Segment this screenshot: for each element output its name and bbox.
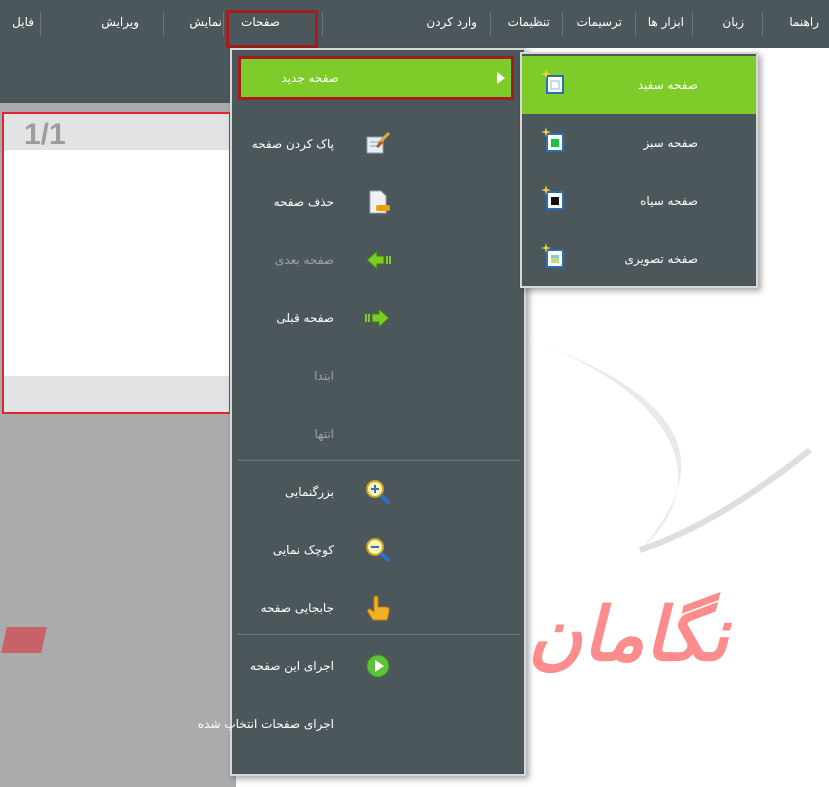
active-menu-outline: [226, 10, 318, 48]
submenu-item-black-page[interactable]: صفحه سیاه: [522, 172, 756, 230]
submenu-item-label: صفحه سفید: [637, 78, 698, 92]
secondary-toolbar: [0, 48, 232, 103]
menu-item-delete-page[interactable]: حذف صفحه: [234, 178, 514, 226]
green-arrow-left-icon: [366, 249, 391, 271]
menu-divider: [635, 12, 636, 36]
menu-edit[interactable]: ویرایش: [101, 0, 139, 48]
menu-item-label: پاک کردن صفحه: [251, 137, 334, 151]
menu-item-label: صفحه قبلی: [276, 311, 334, 325]
menu-help[interactable]: راهنما: [789, 0, 819, 48]
green-page-icon: [541, 127, 564, 152]
menu-item-move-page[interactable]: جابجایی صفحه: [234, 584, 514, 632]
background-swoosh: [530, 340, 812, 553]
green-arrow-right-icon: [365, 307, 390, 329]
new-page-submenu: صفحه سفید صفحه سبز صفحه سیاه صفخه تصویری: [520, 52, 758, 288]
menu-drawings[interactable]: ترسیمات: [576, 0, 622, 48]
menu-view[interactable]: نمایش: [189, 0, 222, 48]
menu-separator: [238, 634, 520, 635]
image-page-icon: [541, 243, 564, 268]
menu-file[interactable]: فایل: [12, 0, 34, 48]
submenu-item-green-page[interactable]: صفحه سبز: [522, 114, 756, 172]
submenu-item-label: صفحه سبز: [643, 136, 698, 150]
menu-item-run-this-page[interactable]: اجرای این صفحه: [234, 642, 514, 690]
menu-item-zoom-out[interactable]: کوچک نمایی: [234, 526, 514, 574]
menu-item-label: بزرگنمایی: [284, 485, 334, 499]
menu-divider: [562, 12, 563, 36]
menu-item-zoom-in[interactable]: بزرگنمایی: [234, 468, 514, 516]
black-page-icon: [541, 185, 564, 210]
submenu-item-label: صفحه سیاه: [640, 194, 698, 208]
clear-page-icon: [366, 131, 391, 154]
menu-item-run-selected-pages[interactable]: اجرای صفحات انتخاب شده: [198, 700, 514, 748]
menu-language[interactable]: زبان: [722, 0, 744, 48]
menu-item-first[interactable]: ابتدا: [234, 352, 514, 400]
menu-divider: [490, 12, 491, 36]
submenu-item-image-page[interactable]: صفخه تصویری: [522, 230, 756, 288]
delete-page-icon: [369, 190, 390, 214]
watermark-text: نگامان: [528, 592, 729, 678]
canvas-area: 1/1: [0, 103, 236, 787]
menu-divider: [692, 12, 693, 36]
slide-thumbnail[interactable]: 1/1: [2, 112, 231, 414]
white-page-icon: [541, 69, 564, 94]
menu-divider: [40, 12, 41, 36]
menu-item-next-page[interactable]: صفحه بعدی: [234, 236, 514, 284]
menu-separator: [238, 460, 520, 461]
menu-item-last[interactable]: انتها: [234, 410, 514, 458]
page-indicator: 1/1: [24, 118, 66, 151]
menu-item-new-page[interactable]: صفحه جدید: [238, 56, 514, 100]
submenu-item-white-page[interactable]: صفحه سفید: [522, 56, 756, 114]
menu-item-label: حذف صفحه: [273, 195, 334, 209]
menu-divider: [322, 12, 323, 36]
play-icon: [366, 654, 390, 678]
menu-item-label: اجرای صفحات انتخاب شده: [197, 717, 334, 731]
menu-divider: [223, 12, 224, 36]
hand-pointer-icon: [367, 595, 390, 621]
menu-item-label: صفحه جدید: [281, 71, 339, 85]
zoom-out-icon: [366, 538, 391, 563]
menu-item-clear-page[interactable]: پاک کردن صفحه: [234, 120, 514, 168]
menu-settings[interactable]: تنظیمات: [508, 0, 550, 48]
menu-item-label: ابتدا: [314, 369, 334, 383]
menu-insert[interactable]: وارد کردن: [426, 0, 477, 48]
pages-dropdown: صفحه جدید پاک کردن صفحه حذف صفحه صفحه بع…: [198, 48, 526, 776]
watermark-fragment: [1, 627, 47, 653]
menubar: راهنما زبان ابزار ها ترسیمات تنظیمات وار…: [0, 0, 829, 48]
menu-item-label: جابجایی صفحه: [260, 601, 334, 615]
menu-item-label: انتها: [314, 427, 334, 441]
slide-footer-strip: [4, 376, 229, 412]
menu-item-label: کوچک نمایی: [272, 543, 334, 557]
menu-item-previous-page[interactable]: صفحه قبلی: [234, 294, 514, 342]
menu-tools[interactable]: ابزار ها: [648, 0, 684, 48]
menu-item-label: صفحه بعدی: [274, 253, 334, 267]
menu-divider: [163, 12, 164, 36]
zoom-in-icon: [366, 480, 391, 505]
menu-item-label: اجرای این صفحه: [250, 659, 334, 673]
menu-divider: [762, 12, 763, 36]
submenu-arrow-icon: [497, 72, 505, 84]
submenu-item-label: صفخه تصویری: [624, 252, 698, 266]
